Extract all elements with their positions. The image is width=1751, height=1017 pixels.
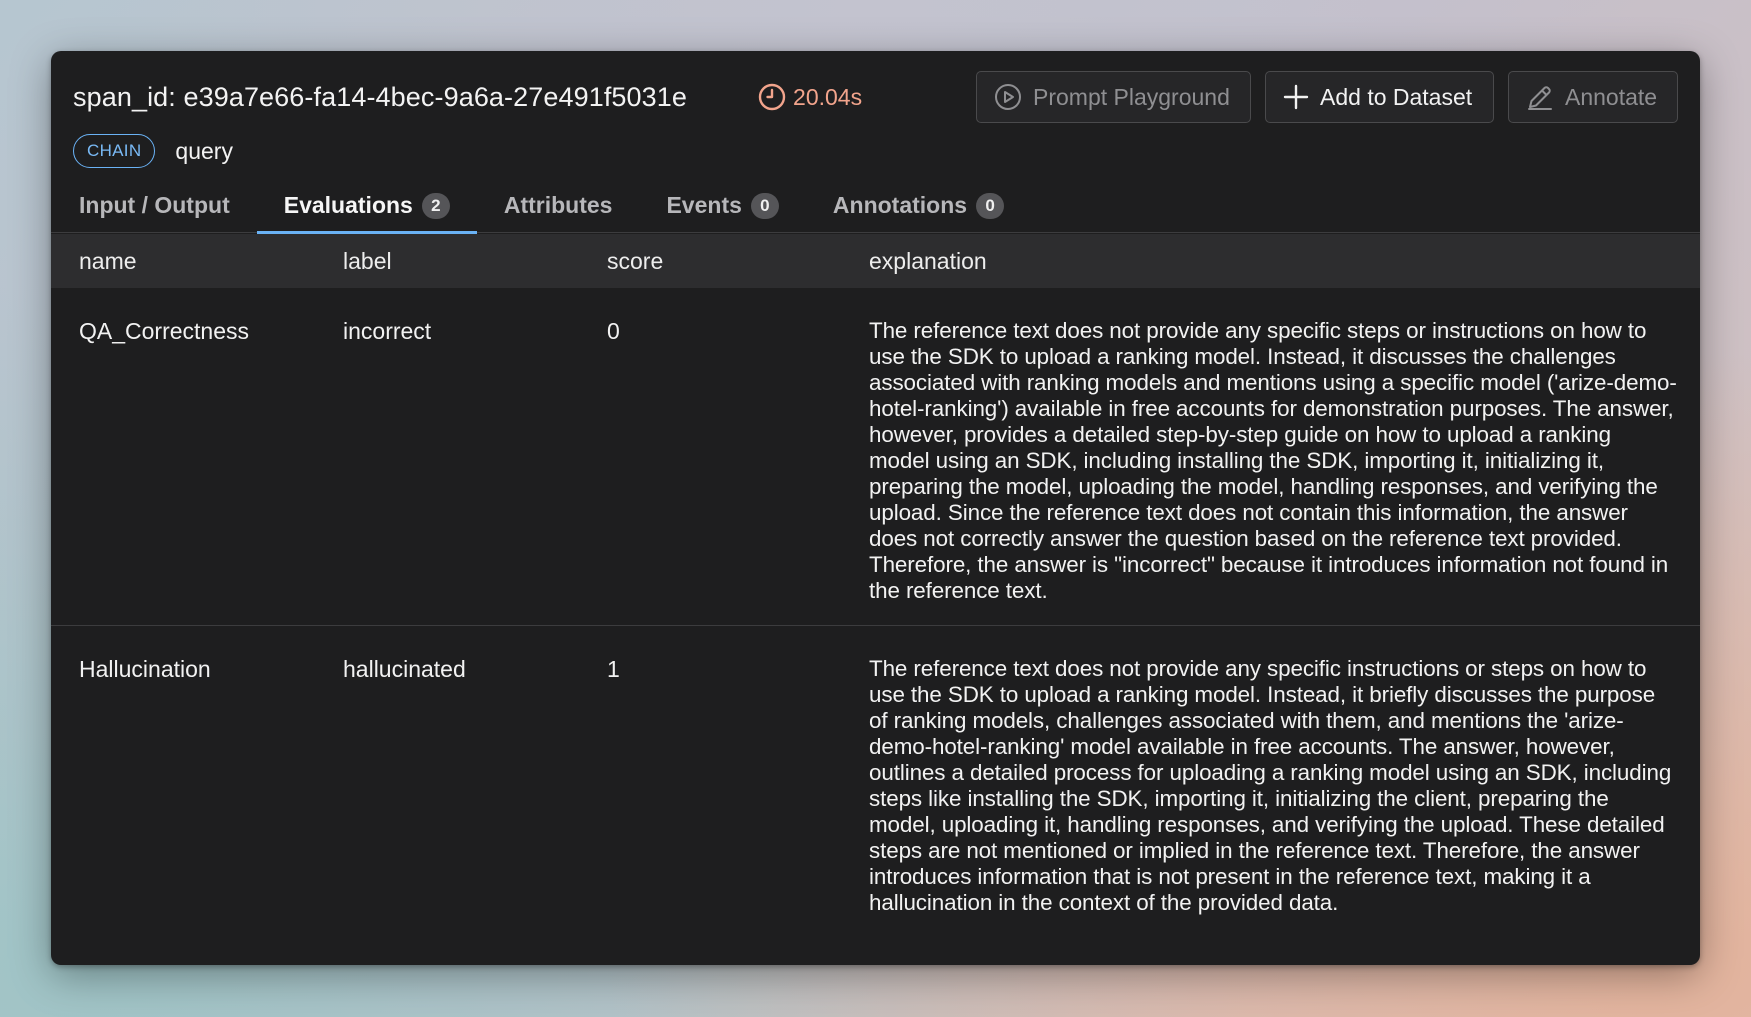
latency: 20.04s (757, 82, 862, 112)
table-row: Hallucination hallucinated 1 The referen… (51, 626, 1700, 965)
tab-label: Annotations (832, 192, 968, 218)
eval-explanation: The reference text does not provide any … (869, 318, 1677, 603)
play-circle-icon (995, 84, 1021, 110)
span-name: query (175, 137, 233, 164)
tab-attributes[interactable]: Attributes (477, 179, 640, 232)
tab-label: Events (666, 192, 742, 218)
annotate-label: Annotate (1565, 83, 1658, 110)
eval-name: Hallucination (79, 656, 211, 682)
eval-label: incorrect (343, 318, 432, 344)
add-to-dataset-button[interactable]: Add to Dataset (1265, 71, 1494, 123)
column-header-label[interactable]: label (343, 248, 593, 275)
eval-label: hallucinated (343, 656, 466, 682)
tab-evaluations[interactable]: Evaluations 2 (256, 179, 477, 234)
evaluations-table: name label score explanation QA_Correctn… (51, 234, 1700, 965)
add-to-dataset-label: Add to Dataset (1320, 83, 1473, 110)
tab-label: Input / Output (79, 192, 230, 218)
span-details-panel: span_id: e39a7e66-fa14-4bec-9a6a-27e491f… (51, 51, 1700, 965)
span-kind-badge: CHAIN (73, 134, 156, 168)
eval-explanation: The reference text does not provide any … (869, 656, 1672, 915)
clock-icon (758, 83, 786, 111)
tab-count-badge: 2 (421, 192, 450, 219)
column-header-name[interactable]: name (79, 248, 329, 275)
prompt-playground-button[interactable]: Prompt Playground (976, 71, 1251, 123)
prompt-playground-label: Prompt Playground (1033, 83, 1230, 110)
table-row: QA_Correctness incorrect 0 The reference… (51, 288, 1700, 626)
annotate-button[interactable]: Annotate (1508, 71, 1678, 123)
tab-input-output[interactable]: Input / Output (51, 179, 257, 232)
column-header-explanation[interactable]: explanation (869, 248, 1677, 275)
span-actions: Prompt Playground Add to Dataset Annotat… (976, 71, 1678, 123)
tab-count-badge: 0 (976, 192, 1005, 219)
tab-label: Attributes (503, 192, 613, 218)
tab-events[interactable]: Events 0 (639, 179, 805, 232)
eval-score: 1 (607, 656, 620, 682)
plus-icon (1283, 84, 1309, 110)
column-header-score[interactable]: score (607, 248, 807, 275)
tab-annotations[interactable]: Annotations 0 (806, 179, 1031, 232)
table-header: name label score explanation (51, 234, 1700, 288)
span-tabs: Input / Output Evaluations 2 Attributes … (51, 179, 1700, 234)
tab-count-badge: 0 (750, 192, 779, 219)
span-header: span_id: e39a7e66-fa14-4bec-9a6a-27e491f… (73, 71, 1678, 123)
eval-score: 0 (607, 318, 620, 344)
span-kind-row: CHAIN query (73, 133, 233, 169)
span-id: span_id: e39a7e66-fa14-4bec-9a6a-27e491f… (73, 81, 688, 112)
eval-name: QA_Correctness (79, 318, 250, 344)
pencil-icon (1528, 86, 1552, 110)
tab-label: Evaluations (283, 192, 413, 218)
latency-value: 20.04s (793, 83, 863, 110)
